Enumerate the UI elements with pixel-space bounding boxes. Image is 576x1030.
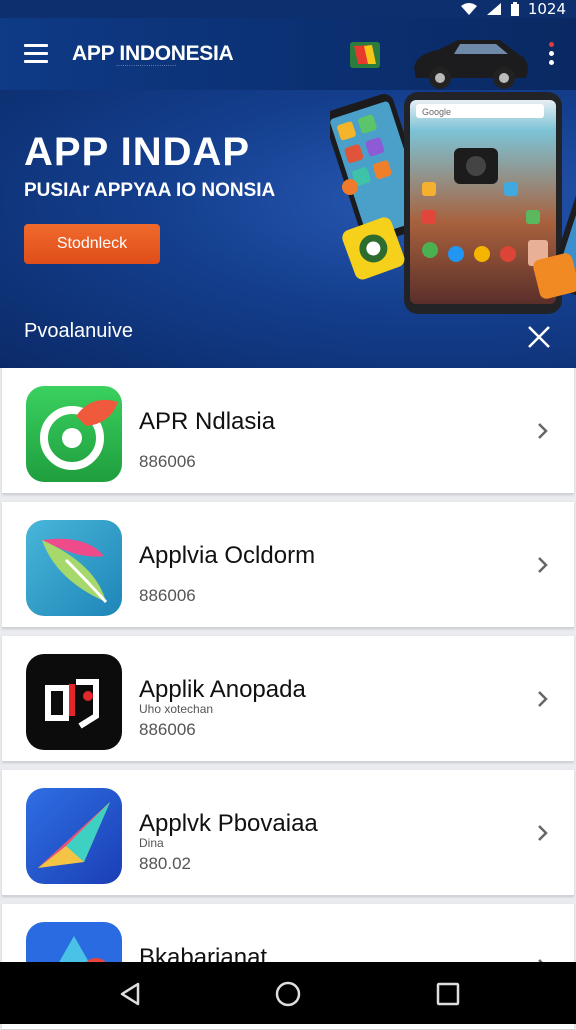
- banner-cta-button[interactable]: Stodnleck: [24, 224, 160, 264]
- clock: 1024: [527, 0, 566, 18]
- menu-icon[interactable]: [24, 44, 48, 64]
- colorful-flag-icon[interactable]: [350, 42, 380, 68]
- app-meta: 886006: [139, 452, 196, 471]
- app-name: Applvia Ocldorm: [139, 542, 316, 569]
- promo-banner[interactable]: APP INDAP PUSIAr APPYAA IO NONSIA Stodnl…: [0, 90, 576, 368]
- system-nav-bar: [0, 962, 576, 1024]
- app-meta: 886006: [139, 586, 196, 605]
- banner-title: APP INDAP: [24, 130, 251, 174]
- list-item[interactable]: Applik Anopada Uho xotechan 886006: [2, 636, 574, 762]
- status-icons: 1024: [460, 0, 566, 18]
- chevron-right-icon: [538, 423, 548, 439]
- app-meta: 886006: [139, 720, 196, 739]
- banner-caption: Pvoalanuive: [24, 320, 133, 342]
- back-icon[interactable]: [116, 980, 144, 1008]
- app-name: Applik Anopada: [139, 676, 306, 703]
- list-item[interactable]: APR Ndlasia 886006: [2, 368, 574, 494]
- status-bar: 1024: [0, 0, 576, 18]
- paper-plane-app-icon: [26, 788, 122, 884]
- app-name: APR Ndlasia: [139, 408, 276, 435]
- wifi-icon: [460, 3, 477, 15]
- more-options-icon[interactable]: [546, 42, 556, 68]
- chevron-right-icon: [538, 557, 548, 573]
- car-icon: [414, 40, 528, 89]
- signal-icon: [486, 3, 501, 15]
- app-bar: APP INDONESIA ..........................…: [0, 18, 576, 90]
- app-subtitle: Dina: [139, 836, 164, 850]
- chevron-right-icon: [538, 825, 548, 841]
- chat-app-icon: [26, 386, 122, 482]
- video-app-icon: [26, 654, 122, 750]
- phones-illustration: Google: [330, 92, 576, 314]
- leaf-app-icon: [26, 520, 122, 616]
- app-subtitle: ............................: [116, 62, 177, 68]
- list-item[interactable]: Applvia Ocldorm 886006: [2, 502, 574, 628]
- battery-icon: [510, 1, 519, 16]
- recent-apps-icon[interactable]: [434, 980, 462, 1008]
- phone-screen-url: Google: [422, 107, 451, 117]
- home-icon[interactable]: [274, 980, 302, 1008]
- list-item[interactable]: Applvk Pbovaiaa Dina 880.02: [2, 770, 574, 896]
- app-subtitle: Uho xotechan: [139, 702, 214, 716]
- app-name: Applvk Pbovaiaa: [139, 810, 318, 837]
- chevron-right-icon: [538, 691, 548, 707]
- app-meta: 880.02: [139, 854, 191, 873]
- banner-subtitle: PUSIAr APPYAA IO NONSIA: [24, 180, 276, 201]
